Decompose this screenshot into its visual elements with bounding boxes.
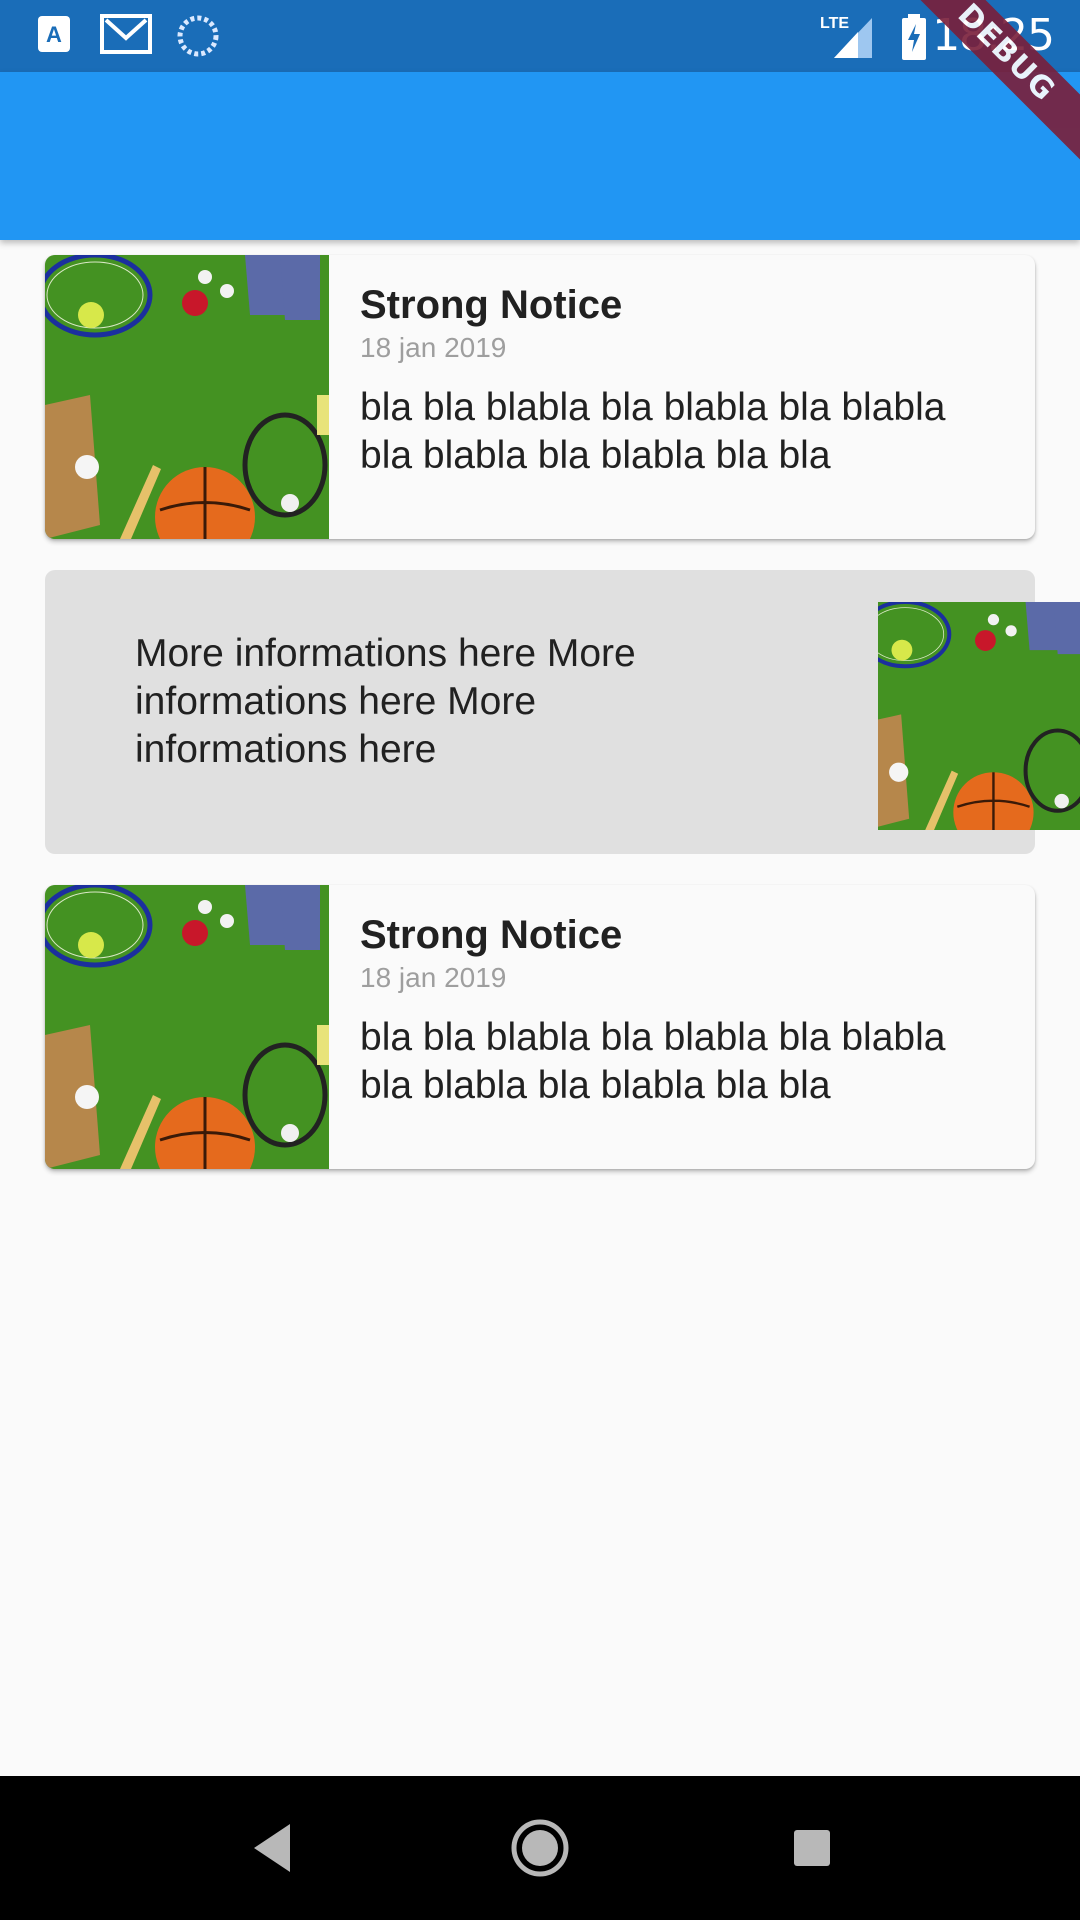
card-date: 18 jan 2019 bbox=[360, 962, 507, 993]
card-title: Strong Notice bbox=[360, 913, 623, 957]
status-bar: A LTE 18:25 bbox=[0, 0, 1080, 72]
card-date: 18 jan 2019 bbox=[360, 332, 507, 363]
notice-card[interactable]: Strong Notice 18 jan 2019 bla bla blabla… bbox=[45, 255, 1035, 539]
sports-equipment-image bbox=[45, 885, 329, 1169]
gmail-icon bbox=[100, 14, 152, 54]
home-icon[interactable] bbox=[510, 1816, 570, 1880]
card-body: Strong Notice 18 jan 2019 bla bla blabla… bbox=[360, 913, 995, 1110]
network-label: LTE bbox=[820, 15, 849, 32]
app-bar bbox=[0, 72, 1080, 240]
card-title: Strong Notice bbox=[360, 283, 623, 327]
accessibility-icon: A bbox=[38, 16, 70, 52]
notice-card[interactable]: Strong Notice 18 jan 2019 bla bla blabla… bbox=[45, 885, 1035, 1169]
sports-equipment-image bbox=[45, 255, 329, 539]
card-text: bla bla blabla bla blabla bla blabla bla… bbox=[360, 1016, 946, 1107]
back-icon[interactable] bbox=[246, 1816, 296, 1880]
svg-text:A: A bbox=[46, 22, 62, 47]
signal-icon: LTE bbox=[820, 15, 872, 58]
card-body: Strong Notice 18 jan 2019 bla bla blabla… bbox=[360, 283, 995, 480]
navigation-bar bbox=[0, 1776, 1080, 1920]
info-text: More informations here More informations… bbox=[135, 632, 636, 771]
sports-equipment-image bbox=[878, 602, 1080, 830]
battery-charging-icon bbox=[902, 14, 926, 60]
sync-icon bbox=[177, 15, 219, 57]
recents-icon[interactable] bbox=[790, 1816, 834, 1880]
card-text: bla bla blabla bla blabla bla blabla bla… bbox=[360, 386, 946, 477]
